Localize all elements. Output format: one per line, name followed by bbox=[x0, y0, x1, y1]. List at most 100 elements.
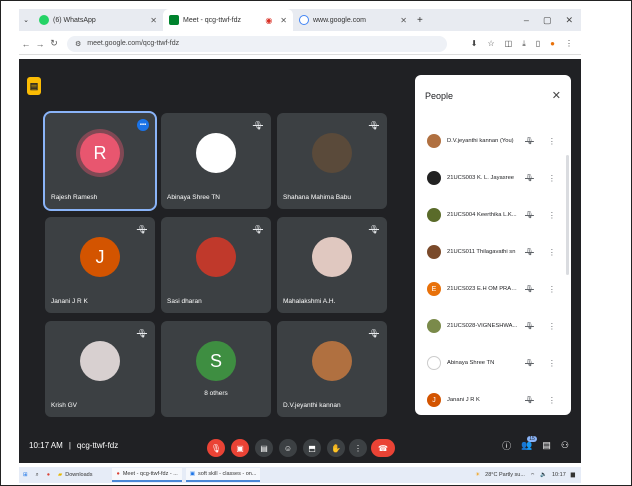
downloads-folder[interactable]: ▰ Downloads bbox=[54, 467, 96, 483]
browser-tab-bar: ⌄ (6) WhatsApp ✕ Meet - qcg-ttwf-fdz ◉ ✕… bbox=[19, 9, 581, 31]
list-item[interactable]: 21UCS028-VIGNESHWA... 🎙 ⋮ bbox=[427, 316, 567, 336]
minimize-icon[interactable]: – bbox=[524, 15, 529, 25]
participant-tile[interactable]: Sasi dharan 🎙 bbox=[161, 217, 271, 313]
close-window-icon[interactable]: ✕ bbox=[565, 15, 573, 26]
volume-icon[interactable]: 🔈 bbox=[540, 472, 547, 478]
participant-avatar bbox=[196, 237, 236, 277]
sidepanel-icon[interactable]: ▯ bbox=[536, 39, 540, 49]
list-item[interactable]: Abinaya Shree TN 🎙 ⋮ bbox=[427, 353, 567, 373]
present-button[interactable]: ⬒ bbox=[303, 439, 321, 457]
more-options-icon[interactable]: ⋮ bbox=[548, 137, 556, 146]
captions-button[interactable]: ▤ bbox=[255, 439, 273, 457]
raise-hand-button[interactable]: ✋ bbox=[327, 439, 345, 457]
mic-muted-icon: 🎙 bbox=[368, 121, 379, 130]
bookmark-icon[interactable]: ☆ bbox=[487, 39, 494, 49]
participant-avatar bbox=[312, 341, 352, 381]
more-options-icon[interactable]: ⋮ bbox=[548, 359, 556, 368]
download-icon[interactable]: ⬇ bbox=[471, 39, 478, 49]
downloads-icon[interactable]: ⤓ bbox=[522, 39, 526, 49]
participant-tile[interactable]: Abinaya Shree TN 🎙 bbox=[161, 113, 271, 209]
participant-tile[interactable]: Krish GV 🎙 bbox=[45, 321, 155, 417]
mic-muted-icon: 🎙 bbox=[525, 249, 534, 256]
tab-meet[interactable]: Meet - qcg-ttwf-fdz ◉ ✕ bbox=[163, 9, 293, 31]
participant-avatar bbox=[196, 133, 236, 173]
mic-muted-icon: 🎙 bbox=[368, 225, 379, 234]
emoji-button[interactable]: ☺ bbox=[279, 439, 297, 457]
tab-label: Meet - qcg-ttwf-fdz bbox=[183, 16, 241, 24]
avatar bbox=[427, 208, 441, 222]
site-info-icon[interactable]: ⚙ bbox=[75, 40, 81, 48]
meeting-time: 10:17 AM bbox=[29, 441, 63, 450]
person-name: Janani J R K bbox=[447, 397, 480, 403]
participant-tile[interactable]: J Janani J R K 🎙 bbox=[45, 217, 155, 313]
tab-whatsapp[interactable]: (6) WhatsApp ✕ bbox=[33, 9, 163, 31]
info-icon[interactable]: ⓘ bbox=[502, 439, 511, 452]
url-field[interactable]: ⚙ meet.google.com/qcg-ttwf-fdz bbox=[67, 35, 447, 52]
whatsapp-icon bbox=[39, 15, 49, 25]
mic-muted-icon: 🎙 bbox=[525, 138, 534, 145]
chrome-icon[interactable]: ● bbox=[43, 467, 54, 483]
person-name: D.V.jeyanthi kannan (You) bbox=[447, 138, 514, 144]
mic-muted-icon: 🎙 bbox=[525, 397, 534, 404]
people-scrollbar[interactable] bbox=[566, 155, 569, 275]
notification-icon[interactable]: ▆ bbox=[571, 472, 575, 478]
list-item[interactable]: 21UCS003 K. L. Jayasree 🎙 ⋮ bbox=[427, 168, 567, 188]
more-options-button[interactable]: ⋮ bbox=[349, 439, 367, 457]
mic-off-button[interactable]: 🎙 bbox=[207, 439, 225, 457]
more-options-icon[interactable]: ⋮ bbox=[548, 285, 556, 294]
activities-icon[interactable]: ▤ bbox=[27, 77, 41, 95]
close-icon[interactable]: ✕ bbox=[400, 16, 407, 25]
list-item[interactable]: 21UCS004 Keerthika L.K... 🎙 ⋮ bbox=[427, 205, 567, 225]
wifi-icon[interactable]: ⌔ bbox=[530, 472, 535, 479]
more-options-icon[interactable]: ⋮ bbox=[548, 248, 556, 257]
profile-icon[interactable]: ● bbox=[550, 39, 555, 49]
search-icon[interactable]: ⌕ bbox=[32, 467, 43, 483]
person-name: 21UCS003 K. L. Jayasree bbox=[447, 175, 515, 181]
menu-icon[interactable]: ⋮ bbox=[565, 39, 573, 49]
close-panel-icon[interactable]: ✕ bbox=[552, 89, 561, 102]
reload-icon[interactable]: ↻ bbox=[47, 38, 61, 49]
more-options-icon[interactable]: ⋮ bbox=[548, 174, 556, 183]
restore-icon[interactable]: ▢ bbox=[543, 15, 552, 26]
back-icon[interactable]: ← bbox=[19, 39, 33, 49]
participant-tile[interactable]: R Rajesh Ramesh ▪▪▪ bbox=[43, 111, 157, 211]
chat-icon[interactable]: ▤ bbox=[542, 440, 551, 451]
avatar bbox=[427, 134, 441, 148]
start-icon[interactable]: ⊞ bbox=[19, 467, 32, 483]
participant-tile[interactable]: S 8 others bbox=[161, 321, 271, 417]
weather-text[interactable]: 28°C Partly su... bbox=[485, 472, 525, 478]
people-title: People bbox=[425, 91, 454, 101]
leave-call-button[interactable]: ☎ bbox=[371, 439, 395, 457]
clock[interactable]: 10:17 bbox=[552, 472, 566, 478]
tab-google[interactable]: www.google.com ✕ bbox=[293, 9, 413, 31]
person-name: 21UCS011 Thilagavathi sn bbox=[447, 249, 516, 255]
more-options-icon[interactable]: ⋮ bbox=[548, 322, 556, 331]
activities-button[interactable]: ⚇ bbox=[561, 440, 569, 451]
camera-off-button[interactable]: ▣ bbox=[231, 439, 249, 457]
taskbar-meet-app[interactable]: ● Meet - qcg-ttwf-fdz - ... bbox=[112, 468, 182, 482]
mic-muted-icon: 🎙 bbox=[525, 323, 534, 330]
more-options-icon[interactable]: ⋮ bbox=[548, 211, 556, 220]
forward-icon[interactable]: → bbox=[33, 39, 47, 49]
taskbar-skill-app[interactable]: ▣ soft skill - classes - on... bbox=[185, 468, 261, 482]
more-options-icon[interactable]: ⋮ bbox=[548, 396, 556, 405]
list-item[interactable]: J Janani J R K 🎙 ⋮ bbox=[427, 390, 567, 410]
list-item[interactable]: 21UCS011 Thilagavathi sn 🎙 ⋮ bbox=[427, 242, 567, 262]
new-tab-button[interactable]: + bbox=[417, 15, 423, 26]
close-icon[interactable]: ✕ bbox=[150, 16, 157, 25]
participant-name: Mahalakshmi A.H. bbox=[283, 298, 336, 305]
participant-name: Abinaya Shree TN bbox=[167, 194, 220, 201]
participant-name: Janani J R K bbox=[51, 298, 88, 305]
people-button[interactable]: 👥 15 bbox=[521, 436, 537, 451]
window-controls: – ▢ ✕ bbox=[524, 9, 573, 31]
participant-name: 8 others bbox=[204, 390, 228, 397]
extensions-icon[interactable]: ◫ bbox=[505, 39, 513, 49]
weather-icon: ☀ bbox=[475, 472, 481, 478]
list-item[interactable]: D.V.jeyanthi kannan (You) 🎙 ⋮ bbox=[427, 131, 567, 151]
participant-tile[interactable]: Mahalakshmi A.H. 🎙 bbox=[277, 217, 387, 313]
list-item[interactable]: E 21UCS023 E.H OM PRAK... 🎙 ⋮ bbox=[427, 279, 567, 299]
tab-menu-icon[interactable]: ⌄ bbox=[19, 16, 33, 24]
close-icon[interactable]: ✕ bbox=[280, 16, 287, 25]
participant-tile[interactable]: Shahana Mahima Babu 🎙 bbox=[277, 113, 387, 209]
participant-tile[interactable]: D.V.jeyanthi kannan 🎙 bbox=[277, 321, 387, 417]
